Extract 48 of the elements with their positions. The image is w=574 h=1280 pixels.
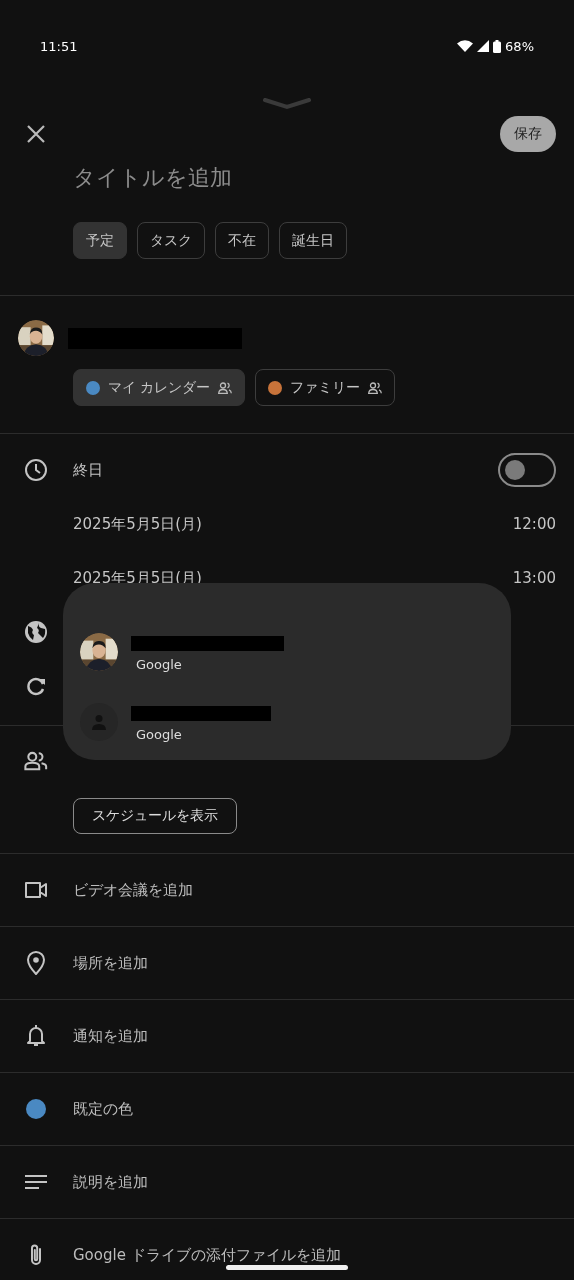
calendar-chip[interactable]: マイ カレンダー xyxy=(73,369,246,406)
battery-percent: 68% xyxy=(505,38,534,54)
option-label: 説明を追加 xyxy=(73,1172,148,1192)
people-icon xyxy=(24,751,48,771)
text-lines-icon xyxy=(25,1175,47,1189)
option-label: 既定の色 xyxy=(73,1099,133,1119)
default-avatar-icon xyxy=(80,703,118,741)
battery-icon xyxy=(493,39,502,53)
option-label: Google ドライブの添付ファイルを追加 xyxy=(73,1245,341,1265)
option-label: 通知を追加 xyxy=(73,1026,148,1046)
option-row[interactable]: 既定の色 xyxy=(0,1073,574,1146)
time-value[interactable]: 12:00 xyxy=(512,515,556,533)
repeat-icon xyxy=(25,675,47,697)
account-provider: Google xyxy=(136,727,183,742)
video-camera-icon xyxy=(24,881,48,899)
save-button[interactable]: 保存 xyxy=(500,116,556,152)
account-item[interactable]: Google xyxy=(80,687,511,757)
event-type-chip[interactable]: 不在 xyxy=(215,222,269,259)
paperclip-icon xyxy=(29,1243,43,1267)
option-row[interactable]: ビデオ会議を追加 xyxy=(0,854,574,927)
option-row[interactable]: 通知を追加 xyxy=(0,1000,574,1073)
calendar-chip[interactable]: ファミリー xyxy=(255,369,396,406)
time-value[interactable]: 13:00 xyxy=(512,569,556,587)
view-schedule-button[interactable]: スケジュールを表示 xyxy=(73,798,237,834)
account-provider: Google xyxy=(136,657,183,672)
signal-icon xyxy=(477,40,490,52)
option-row[interactable]: 説明を追加 xyxy=(0,1146,574,1219)
people-icon xyxy=(218,381,233,394)
date-value[interactable]: 2025年5月5日(月) xyxy=(73,514,202,533)
event-type-chip[interactable]: 誕生日 xyxy=(279,222,347,259)
clock-time: 11:51 xyxy=(40,38,78,54)
collapse-handle-icon[interactable] xyxy=(263,98,311,110)
event-type-chip[interactable]: 予定 xyxy=(73,222,127,259)
option-label: 場所を追加 xyxy=(73,953,148,973)
close-button[interactable] xyxy=(26,124,46,144)
option-label: ビデオ会議を追加 xyxy=(73,880,193,900)
wifi-icon xyxy=(457,40,474,52)
bell-icon xyxy=(26,1024,46,1048)
location-pin-icon xyxy=(27,951,45,975)
all-day-toggle[interactable] xyxy=(498,453,556,487)
globe-icon xyxy=(24,620,48,644)
event-type-chip[interactable]: タスク xyxy=(137,222,205,259)
clock-icon xyxy=(24,458,48,482)
all-day-label: 終日 xyxy=(73,460,104,480)
title-field[interactable]: タイトルを追加 xyxy=(73,160,473,194)
option-row[interactable]: 場所を追加 xyxy=(0,927,574,1000)
account-item[interactable]: Google xyxy=(80,617,511,687)
people-icon xyxy=(368,381,383,394)
